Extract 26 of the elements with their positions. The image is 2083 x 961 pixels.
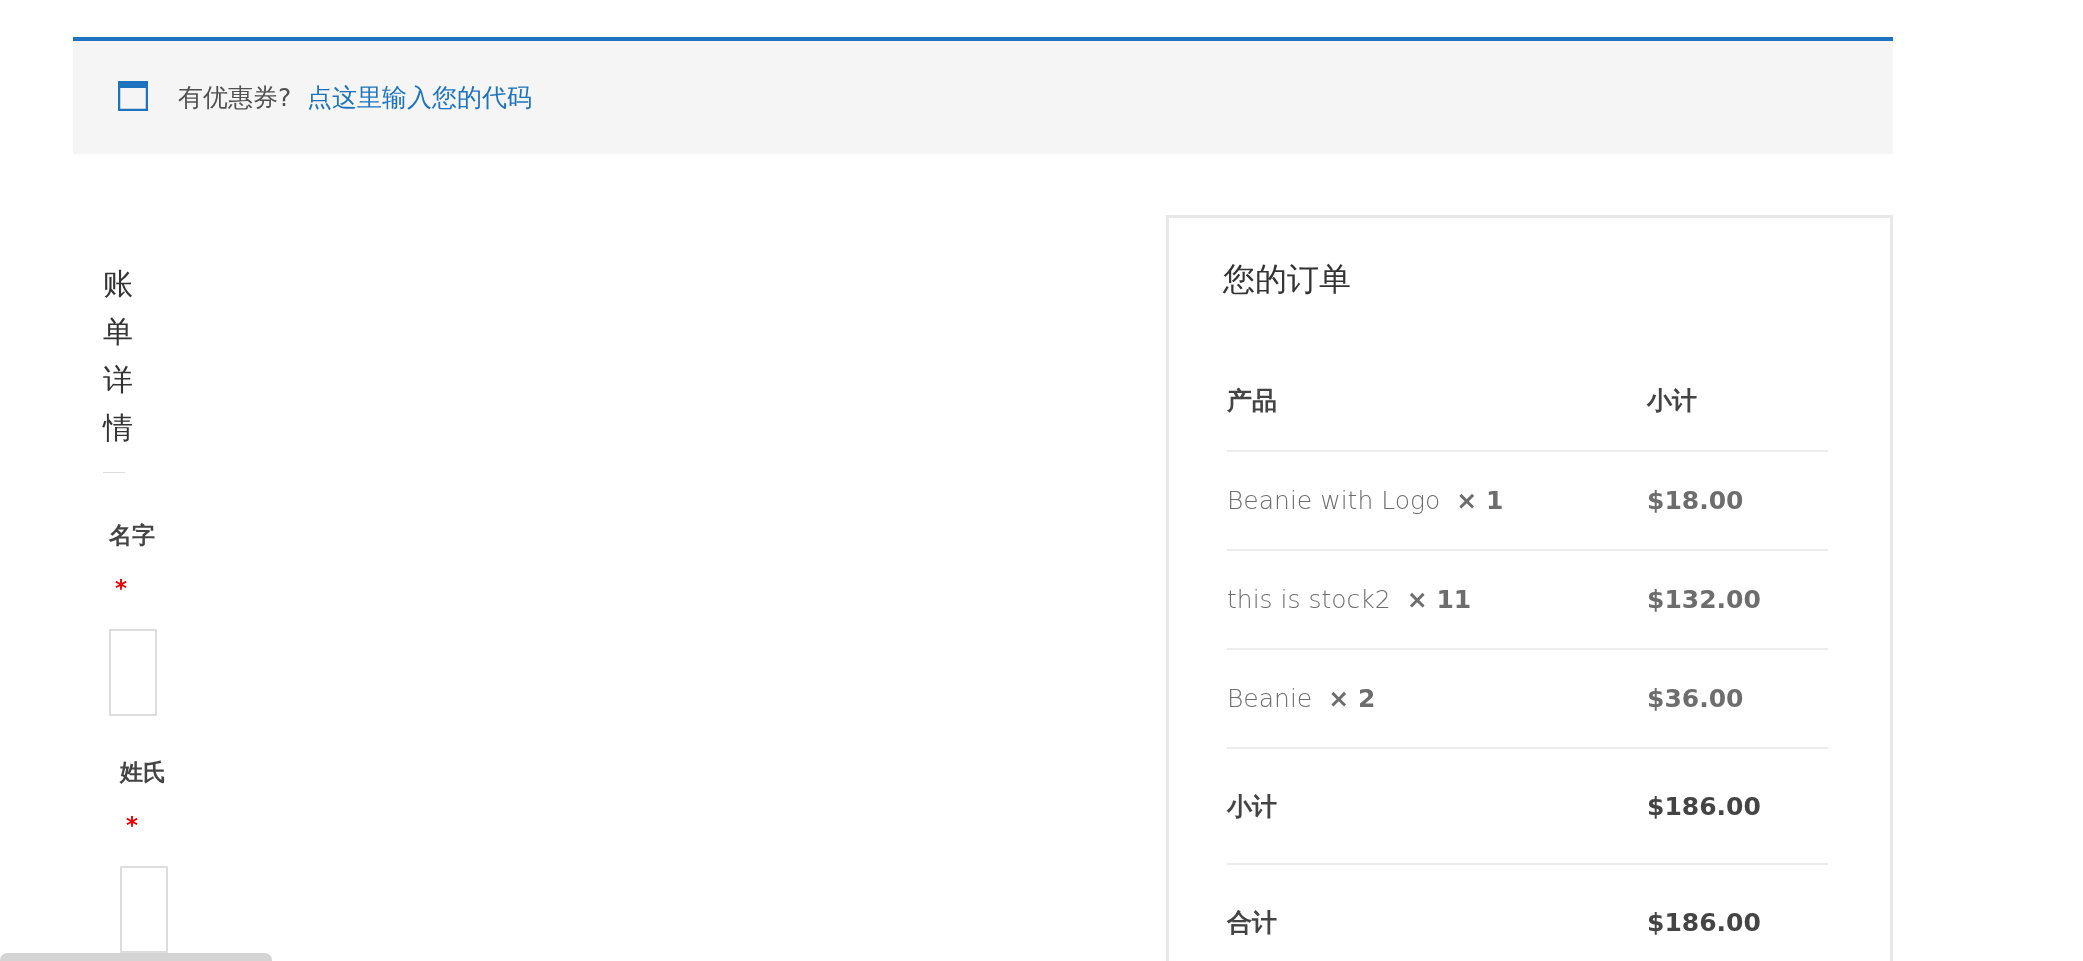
line-subtotal: $18.00 (1647, 486, 1744, 515)
required-mark: * (126, 812, 139, 838)
line-subtotal: $36.00 (1647, 684, 1744, 713)
input-field[interactable] (120, 866, 168, 953)
field-label: 名字 (109, 522, 155, 548)
product-quantity: × 1 (1456, 486, 1504, 515)
column-header: 产品 (1227, 350, 1647, 451)
column-header: 小计 (1647, 350, 1828, 451)
product-quantity: × 11 (1406, 585, 1472, 614)
window-icon (118, 80, 148, 111)
coupon-link[interactable]: 点这里输入您的代码 (307, 81, 533, 114)
total-label: 合计 (1227, 907, 1277, 937)
product-quantity: × 2 (1328, 684, 1376, 713)
coupon-prompt: 有优惠券? (178, 82, 292, 114)
order-title: 您的订单 (1223, 259, 1352, 300)
total-amount: $186.00 (1647, 791, 1761, 821)
product-name: Beanie (1227, 684, 1313, 713)
field-label: 姓氏 (120, 759, 166, 785)
product-name: Beanie with Logo (1227, 486, 1441, 515)
input-field[interactable] (109, 629, 157, 716)
total-label: 小计 (1227, 791, 1277, 821)
billing-title: 账单详情 (103, 265, 133, 447)
product-name: this is stock2 (1227, 585, 1391, 614)
line-subtotal: $132.00 (1647, 585, 1761, 614)
total-amount: $186.00 (1647, 907, 1761, 937)
required-mark: * (115, 575, 128, 601)
